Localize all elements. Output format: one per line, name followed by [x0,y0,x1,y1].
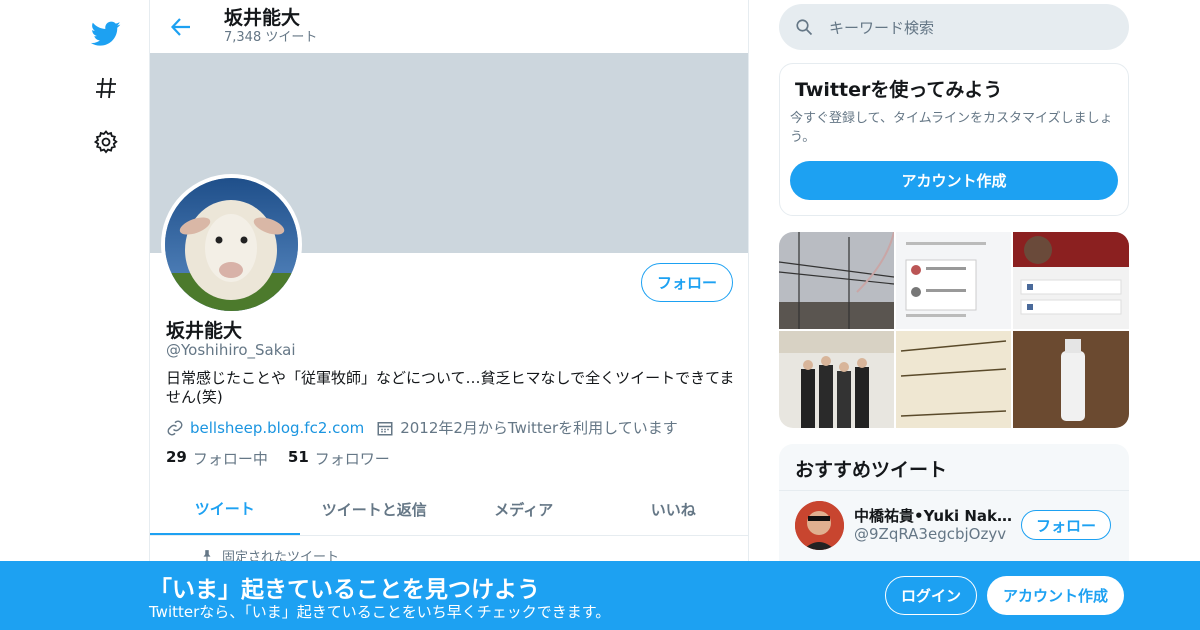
profile-meta: bellsheep.blog.fc2.com 2012年2月からTwitterを… [166,417,690,438]
following-count[interactable]: 29 [166,448,187,469]
tab-media[interactable]: メディア [449,483,599,535]
calendar-icon [377,421,393,435]
banner-create-account-button[interactable]: アカウント作成 [987,576,1124,615]
banner-title: 「いま」起きていることを見つけよう [149,577,540,603]
recommended-follow-button[interactable]: フォロー [1021,510,1112,540]
signup-box: Twitterを使ってみよう 今すぐ登録して、タイムラインをカスタマイズしましょ… [779,63,1129,216]
joined-item: 2012年2月からTwitterを利用しています [376,417,678,438]
recommended-user-handle: @9ZqRA3egcbjOzyv [854,525,1007,543]
tab-tweets[interactable]: ツイート [150,483,300,535]
create-account-button[interactable]: アカウント作成 [790,161,1118,200]
tab-tweets-and-replies[interactable]: ツイートと返信 [300,483,450,535]
hashtag-icon[interactable] [80,62,132,114]
twitter-profile-page: 坂井能大 7,348 ツイート フォロー 坂井能大 @Yoshihiro_Sak… [0,0,1200,630]
media-grid [779,232,1129,428]
media-thumbnail[interactable] [1013,331,1129,428]
search-bar[interactable]: キーワード検索 [779,4,1129,50]
search-icon [796,19,813,36]
profile-header: 坂井能大 7,348 ツイート [150,0,748,53]
signup-banner: 「いま」起きていることを見つけよう Twitterなら、「いま」起きていることを… [0,561,1200,630]
banner-subtitle: Twitterなら、「いま」起きていることをいち早くチェックできます。 [149,603,611,621]
followers-count[interactable]: 51 [288,448,309,469]
link-icon [167,420,183,435]
profile-stats: 29 フォロー中 51 フォロワー [166,448,410,469]
signup-title: Twitterを使ってみよう [795,79,1003,101]
tab-likes[interactable]: いいね [599,483,749,535]
profile-bio: 日常感じたことや「従軍牧師」などについて…貧乏ヒマなしで全くツイートできてません… [166,369,735,406]
header-tweet-count: 7,348 ツイート [224,29,318,45]
media-thumbnail[interactable] [779,331,894,428]
recommended-tweets-box: おすすめツイート 中橋祐貴•Yuki Nakahashi @9ZqRA3egcb… [779,444,1129,574]
search-input[interactable]: キーワード検索 [829,17,934,38]
profile-handle: @Yoshihiro_Sakai [166,341,296,359]
media-thumbnail[interactable] [779,232,894,329]
following-label[interactable]: フォロー中 [193,448,268,469]
twitter-logo-icon[interactable] [80,8,132,60]
follow-button[interactable]: フォロー [640,263,733,302]
recommended-user-row[interactable]: 中橋祐貴•Yuki Nakahashi @9ZqRA3egcbjOzyv フォロ… [779,490,1129,560]
header-name: 坂井能大 [224,6,301,29]
recommended-title: おすすめツイート [795,459,948,481]
media-thumbnail[interactable] [896,331,1011,428]
profile-column: 坂井能大 7,348 ツイート フォロー 坂井能大 @Yoshihiro_Sak… [149,0,749,630]
media-thumbnail[interactable] [896,232,1011,329]
followers-label[interactable]: フォロワー [315,448,390,469]
recommended-user-name[interactable]: 中橋祐貴•Yuki Nakahashi [854,505,1014,526]
recommended-user-avatar[interactable] [795,501,844,550]
avatar[interactable] [161,174,302,315]
gear-icon[interactable] [80,116,132,168]
back-arrow-icon[interactable] [168,14,194,40]
joined-date: 2012年2月からTwitterを利用しています [400,419,678,437]
media-thumbnail[interactable] [1013,232,1129,329]
profile-name: 坂井能大 [166,320,243,342]
profile-tabs: ツイート ツイートと返信 メディア いいね [150,483,748,536]
website-link[interactable]: bellsheep.blog.fc2.com [190,419,364,437]
website-item: bellsheep.blog.fc2.com [166,419,364,437]
left-nav [80,8,132,170]
login-button[interactable]: ログイン [885,576,977,615]
signup-description: 今すぐ登録して、タイムラインをカスタマイズしましょう。 [790,111,1113,145]
